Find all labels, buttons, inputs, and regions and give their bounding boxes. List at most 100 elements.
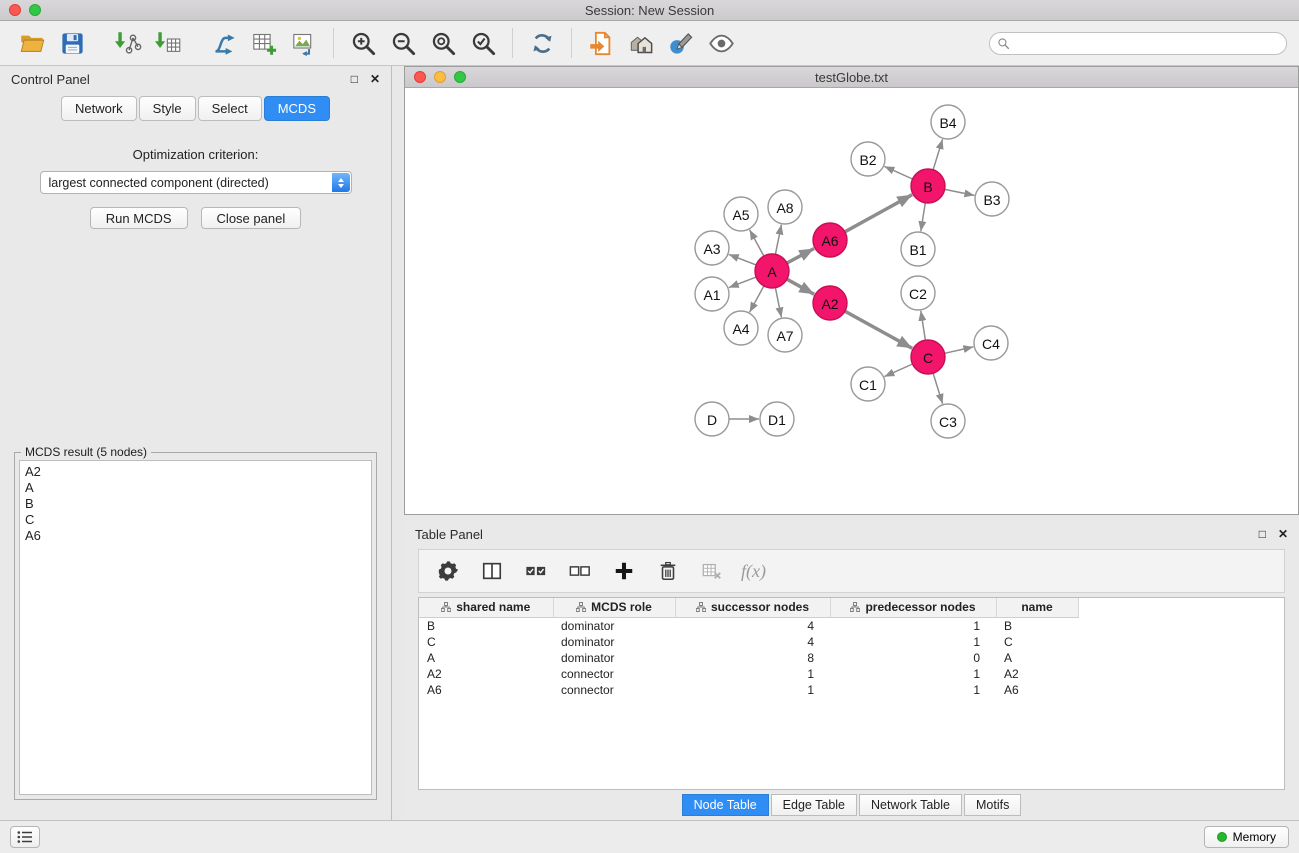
- function-builder-button[interactable]: f(x): [741, 555, 766, 587]
- node-C2[interactable]: C2: [901, 276, 935, 310]
- node-B1[interactable]: B1: [901, 232, 935, 266]
- node-A1[interactable]: A1: [695, 277, 729, 311]
- search-input[interactable]: [1014, 36, 1279, 50]
- network-zoom-button[interactable]: [454, 71, 466, 83]
- close-table-panel-icon[interactable]: ✕: [1278, 527, 1288, 541]
- node-B4[interactable]: B4: [931, 105, 965, 139]
- close-window-button[interactable]: [9, 4, 21, 16]
- tab-motifs[interactable]: Motifs: [964, 794, 1021, 816]
- annotations-button[interactable]: [661, 24, 701, 62]
- node-A7[interactable]: A7: [768, 318, 802, 352]
- edge-B-B2[interactable]: [884, 166, 912, 179]
- zoom-selected-button[interactable]: [463, 24, 503, 62]
- column-header-successor-nodes[interactable]: successor nodes: [675, 598, 830, 617]
- toggle-view-button[interactable]: [701, 24, 741, 62]
- zoom-in-button[interactable]: [343, 24, 383, 62]
- refresh-button[interactable]: [522, 24, 562, 62]
- node-B[interactable]: B: [911, 169, 945, 203]
- float-table-panel-icon[interactable]: □: [1259, 527, 1266, 541]
- node-C1[interactable]: C1: [851, 367, 885, 401]
- mcds-result-item[interactable]: C: [25, 512, 366, 528]
- delete-row-button[interactable]: [653, 555, 683, 587]
- optimization-dropdown[interactable]: largest connected component (directed): [40, 171, 352, 194]
- node-D1[interactable]: D1: [760, 402, 794, 436]
- network-minimize-button[interactable]: [434, 71, 446, 83]
- edge-A2-C[interactable]: [845, 311, 912, 348]
- edge-B-B1[interactable]: [921, 203, 926, 231]
- edge-A-A1[interactable]: [729, 277, 756, 288]
- table-row[interactable]: Cdominator41C: [419, 634, 1078, 650]
- export-image-button[interactable]: [284, 24, 324, 62]
- split-view-button[interactable]: [477, 555, 507, 587]
- open-session-button[interactable]: [12, 24, 52, 62]
- node-A6[interactable]: A6: [813, 223, 847, 257]
- tab-select[interactable]: Select: [198, 96, 262, 121]
- edge-A-A8[interactable]: [775, 225, 781, 255]
- edge-A-A4[interactable]: [750, 286, 764, 312]
- node-C[interactable]: C: [911, 340, 945, 374]
- add-row-button[interactable]: [609, 555, 639, 587]
- node-A2[interactable]: A2: [813, 286, 847, 320]
- task-history-button[interactable]: [10, 826, 40, 848]
- table-row[interactable]: A6connector11A6: [419, 682, 1078, 698]
- new-network-button[interactable]: [204, 24, 244, 62]
- edge-B-B3[interactable]: [945, 189, 975, 195]
- network-close-button[interactable]: [414, 71, 426, 83]
- node-A3[interactable]: A3: [695, 231, 729, 265]
- node-A5[interactable]: A5: [724, 197, 758, 231]
- panel-splitter[interactable]: [392, 66, 404, 820]
- edge-C-C4[interactable]: [945, 347, 974, 353]
- node-C3[interactable]: C3: [931, 404, 965, 438]
- delete-table-button[interactable]: [697, 555, 727, 587]
- table-mode-button[interactable]: [433, 555, 463, 587]
- save-session-button[interactable]: [52, 24, 92, 62]
- zoom-fit-button[interactable]: [423, 24, 463, 62]
- close-panel-button[interactable]: Close panel: [201, 207, 302, 229]
- tab-node-table[interactable]: Node Table: [682, 794, 769, 816]
- node-A8[interactable]: A8: [768, 190, 802, 224]
- edge-C-C1[interactable]: [884, 364, 912, 377]
- edge-A-A7[interactable]: [775, 288, 781, 318]
- column-header-mcds-role[interactable]: MCDS role: [553, 598, 675, 617]
- edge-A-A2[interactable]: [787, 279, 814, 294]
- node-C4[interactable]: C4: [974, 326, 1008, 360]
- edge-C-C2[interactable]: [921, 311, 926, 340]
- table-row[interactable]: Adominator80A: [419, 650, 1078, 666]
- edge-C-C3[interactable]: [933, 373, 943, 404]
- open-document-button[interactable]: [581, 24, 621, 62]
- column-header-name[interactable]: name: [996, 598, 1078, 617]
- float-panel-icon[interactable]: □: [351, 72, 358, 86]
- edge-A-A5[interactable]: [750, 230, 764, 256]
- home-button[interactable]: [621, 24, 661, 62]
- memory-button[interactable]: Memory: [1204, 826, 1289, 848]
- node-B2[interactable]: B2: [851, 142, 885, 176]
- node-A[interactable]: A: [755, 254, 789, 288]
- table-row[interactable]: Bdominator41B: [419, 617, 1078, 634]
- mcds-result-item[interactable]: A6: [25, 528, 366, 544]
- node-B3[interactable]: B3: [975, 182, 1009, 216]
- node-A4[interactable]: A4: [724, 311, 758, 345]
- mcds-result-list[interactable]: A2ABCA6: [19, 460, 372, 795]
- mcds-result-item[interactable]: A2: [25, 464, 366, 480]
- column-header-shared-name[interactable]: shared name: [419, 598, 553, 617]
- table-row[interactable]: A2connector11A2: [419, 666, 1078, 682]
- search-box[interactable]: [989, 32, 1287, 55]
- close-panel-icon[interactable]: ✕: [370, 72, 380, 86]
- mcds-result-item[interactable]: A: [25, 480, 366, 496]
- tab-edge-table[interactable]: Edge Table: [771, 794, 857, 816]
- tab-style[interactable]: Style: [139, 96, 196, 121]
- tab-network-table[interactable]: Network Table: [859, 794, 962, 816]
- edge-A6-B[interactable]: [845, 195, 912, 232]
- import-table-button[interactable]: [148, 24, 188, 62]
- mcds-result-item[interactable]: B: [25, 496, 366, 512]
- zoom-out-button[interactable]: [383, 24, 423, 62]
- run-mcds-button[interactable]: Run MCDS: [90, 207, 188, 229]
- tab-network[interactable]: Network: [61, 96, 137, 121]
- column-header-predecessor-nodes[interactable]: predecessor nodes: [830, 598, 996, 617]
- new-table-button[interactable]: [244, 24, 284, 62]
- zoom-window-button[interactable]: [29, 4, 41, 16]
- network-canvas[interactable]: A A1 A2 A3 A4 A5 A6 A7 A8 B B1 B2 B3 B4 C C1 C2 C3 C4 D D1: [405, 88, 1298, 514]
- edge-A-A6[interactable]: [787, 249, 814, 264]
- edge-B-B4[interactable]: [933, 139, 943, 170]
- node-D[interactable]: D: [695, 402, 729, 436]
